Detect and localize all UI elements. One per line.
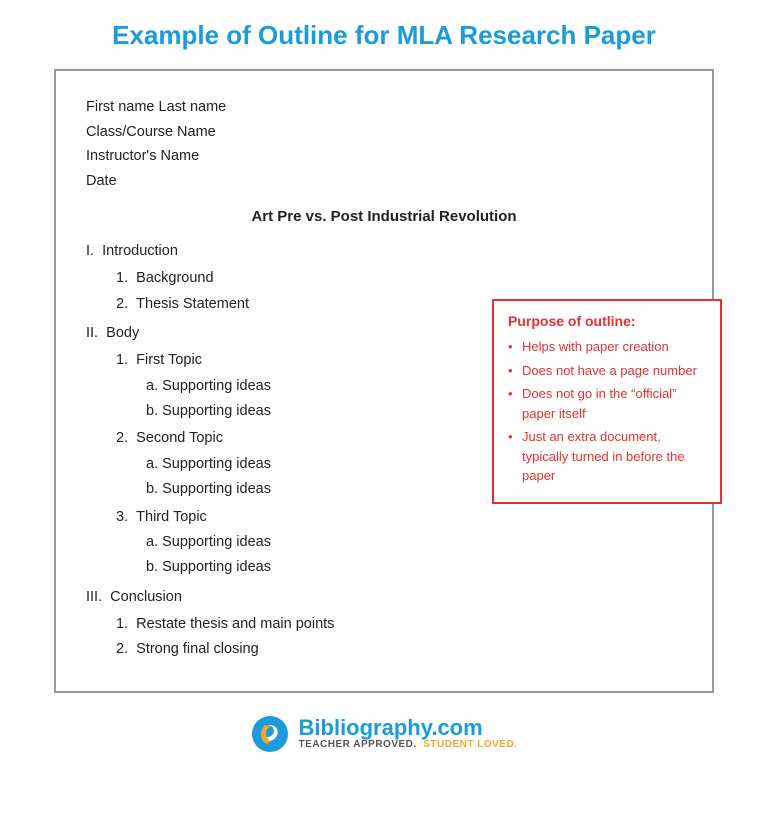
page-title: Example of Outline for MLA Research Pape… bbox=[112, 20, 656, 51]
intro-item-1: 1. Background bbox=[116, 266, 682, 291]
section-introduction: I. Introduction bbox=[86, 239, 682, 264]
purpose-item-1: Helps with paper creation bbox=[508, 337, 706, 357]
header-line2: Class/Course Name bbox=[86, 120, 682, 145]
purpose-box: Purpose of outline: Helps with paper cre… bbox=[492, 299, 722, 504]
purpose-item-4: Just an extra document, typically turned… bbox=[508, 427, 706, 486]
header-line1: First name Last name bbox=[86, 95, 682, 120]
section-label: I. Introduction bbox=[86, 243, 178, 259]
header-line4: Date bbox=[86, 169, 682, 194]
purpose-item-2: Does not have a page number bbox=[508, 361, 706, 381]
header-info: First name Last name Class/Course Name I… bbox=[86, 95, 682, 194]
footer-brand: Bibliography.com bbox=[299, 717, 483, 739]
header-line3: Instructor's Name bbox=[86, 144, 682, 169]
purpose-item-3: Does not go in the “official” paper itse… bbox=[508, 384, 706, 423]
purpose-list: Helps with paper creation Does not have … bbox=[508, 337, 706, 486]
third-topic-a: a. Supporting ideas bbox=[146, 530, 682, 555]
section-conclusion: III. Conclusion bbox=[86, 585, 682, 610]
tagline-teacher: TEACHER APPROVED. bbox=[299, 739, 417, 750]
footer-text: Bibliography.com TEACHER APPROVED. STUDE… bbox=[299, 717, 518, 750]
paper-container: First name Last name Class/Course Name I… bbox=[54, 69, 714, 693]
conclusion-item-1: 1. Restate thesis and main points bbox=[116, 612, 682, 637]
paper-title: Art Pre vs. Post Industrial Revolution bbox=[86, 208, 682, 225]
tagline-student: STUDENT LOVED. bbox=[423, 739, 517, 750]
footer: Bibliography.com TEACHER APPROVED. STUDE… bbox=[251, 715, 518, 753]
purpose-title: Purpose of outline: bbox=[508, 313, 706, 329]
footer-tagline: TEACHER APPROVED. STUDENT LOVED. bbox=[299, 739, 518, 750]
bibliography-logo-icon bbox=[251, 715, 289, 753]
third-topic-b: b. Supporting ideas bbox=[146, 555, 682, 580]
conclusion-item-2: 2. Strong final closing bbox=[116, 637, 682, 662]
third-topic: 3. Third Topic bbox=[116, 505, 682, 530]
